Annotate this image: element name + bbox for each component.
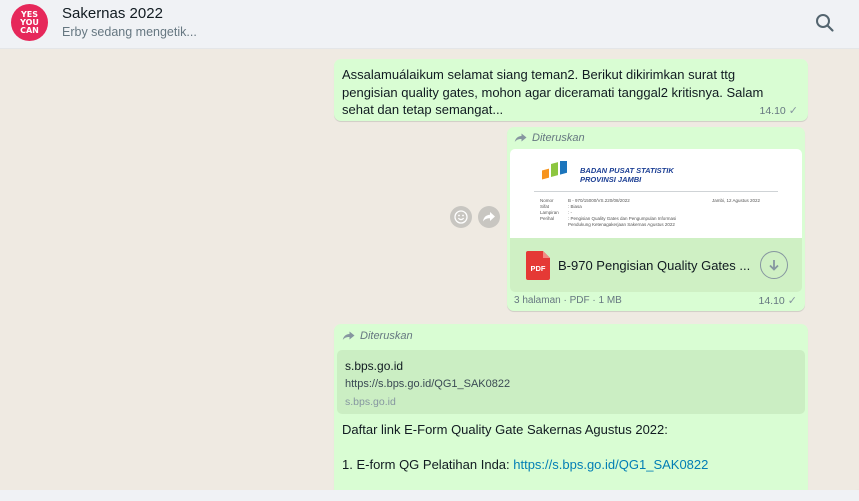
message-link[interactable]: https://s.bps.go.id/QG1_SAK0822 xyxy=(513,457,708,472)
download-arrow-icon xyxy=(769,259,779,271)
message-text: Assalamuálaikum selamat siang teman2. Be… xyxy=(342,67,764,117)
message-bubble[interactable]: Assalamuálaikum selamat siang teman2. Be… xyxy=(334,59,808,121)
forward-arrow-icon xyxy=(483,212,495,222)
doc-date: Jambi, 12 Agustus 2022 xyxy=(712,198,761,203)
chat-header: YES YOU CAN Sakernas 2022 Erby sedang me… xyxy=(0,0,859,49)
message-time: 14.10 xyxy=(758,294,785,307)
message-time: 14.10 xyxy=(759,104,786,117)
doc-label-perihal: Perihal xyxy=(540,216,555,221)
link-preview-title: s.bps.go.id xyxy=(345,359,404,373)
link-preview-card[interactable]: s.bps.go.id https://s.bps.go.id/QG1_SAK0… xyxy=(337,350,805,414)
link-preview-domain: s.bps.go.id xyxy=(345,396,396,408)
forwarded-text: Diteruskan xyxy=(360,330,413,342)
forwarded-label: Diteruskan xyxy=(514,132,585,144)
emoji-reaction-button[interactable] xyxy=(450,206,472,228)
forwarded-text: Diteruskan xyxy=(532,132,585,144)
sent-check-icon: ✓ xyxy=(787,295,797,307)
avatar[interactable]: YES YOU CAN xyxy=(11,4,48,41)
document-file-row[interactable]: PDF B-970 Pengisian Quality Gates ... xyxy=(510,238,802,292)
message-text-line: 1. E-form QG Pelatihan Inda: https://s.b… xyxy=(342,457,708,472)
message-text-prefix: 1. E-form QG Pelatihan Inda: xyxy=(342,457,514,472)
search-button[interactable] xyxy=(812,10,838,36)
smiley-icon xyxy=(454,210,468,224)
pdf-icon: PDF xyxy=(526,251,550,280)
forwarded-label: Diteruskan xyxy=(342,330,413,342)
document-file-name: B-970 Pengisian Quality Gates ... xyxy=(558,258,751,273)
sent-check-icon: ✓ xyxy=(788,105,798,117)
message-meta: 14.10 ✓ xyxy=(759,104,799,118)
svg-text:PDF: PDF xyxy=(531,264,546,273)
document-preview[interactable]: BADAN PUSAT STATISTIK PROVINSI JAMBI Nom… xyxy=(510,149,802,238)
bps-org-name-line1: BADAN PUSAT STATISTIK xyxy=(580,166,674,175)
link-message[interactable]: Diteruskan s.bps.go.id https://s.bps.go.… xyxy=(334,324,808,501)
message-meta: 14.10 ✓ xyxy=(758,294,798,308)
forwarded-icon xyxy=(514,133,527,142)
doc-value-perihal-2: Pendukung Ketenagakerjaan Sakernas Agust… xyxy=(568,222,675,227)
chat-panel: Assalamuálaikum selamat siang teman2. Be… xyxy=(0,49,859,501)
doc-field-labels: Nomor Sifat Lampiran Perihal xyxy=(540,198,559,222)
composer-strip xyxy=(0,490,859,501)
typing-status: Erby sedang mengetik... xyxy=(62,25,197,39)
forward-button[interactable] xyxy=(478,206,500,228)
bps-org-name-line2: PROVINSI JAMBI xyxy=(580,175,642,184)
forwarded-icon xyxy=(342,331,355,340)
bps-logo-icon xyxy=(542,161,567,180)
letterhead-divider xyxy=(534,191,778,192)
document-info: 3 halaman · PDF · 1 MB xyxy=(514,295,622,306)
link-preview-url: https://s.bps.go.id/QG1_SAK0822 xyxy=(345,378,511,390)
bps-org-name: BADAN PUSAT STATISTIK PROVINSI JAMBI xyxy=(580,166,674,184)
download-button[interactable] xyxy=(760,251,788,279)
search-icon xyxy=(816,14,834,32)
chat-title[interactable]: Sakernas 2022 xyxy=(62,5,163,22)
avatar-text-3: CAN xyxy=(20,25,39,35)
doc-field-values: B - 970/15000/VS.220/08/2022 : Biasa : -… xyxy=(568,198,676,228)
document-message[interactable]: Diteruskan BADAN PUSAT STATISTIK PROVINS… xyxy=(507,127,805,311)
message-text: Daftar link E-Form Quality Gate Sakernas… xyxy=(342,422,668,437)
